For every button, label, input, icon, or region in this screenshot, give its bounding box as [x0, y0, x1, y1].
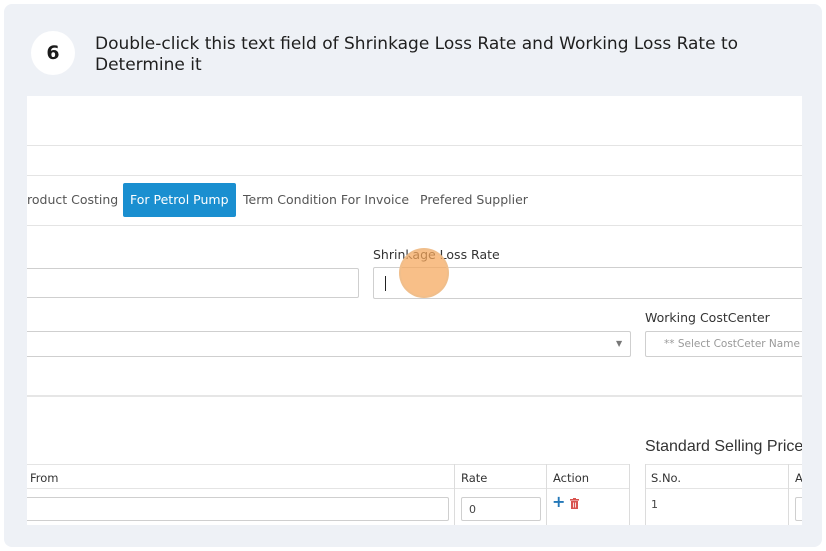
chevron-down-icon: ▼ [616, 339, 623, 348]
app-screenshot: roduct Costing For Petrol Pump Term Cond… [27, 96, 802, 525]
right-cell-input[interactable] [795, 497, 802, 521]
table-header-border [645, 488, 802, 489]
tab-product-costing[interactable]: roduct Costing [27, 184, 118, 216]
text-caret [385, 276, 386, 291]
from-input[interactable] [27, 497, 449, 521]
column-divider [788, 464, 789, 525]
tab-for-petrol-pump[interactable]: For Petrol Pump [123, 183, 236, 217]
table-header-border [27, 488, 630, 489]
delete-row-icon[interactable] [570, 498, 579, 509]
click-indicator [399, 248, 449, 298]
column-divider [454, 464, 455, 525]
tab-prefered-supplier[interactable]: Prefered Supplier [420, 184, 528, 216]
left-text-field[interactable] [27, 268, 359, 298]
working-costcenter-select[interactable]: ** Select CostCeter Name [645, 331, 802, 357]
panel-separator [27, 395, 802, 397]
rate-value: 0 [469, 503, 476, 516]
column-divider [645, 464, 646, 525]
working-costcenter-placeholder: ** Select CostCeter Name [664, 338, 800, 350]
column-header-a: A [795, 471, 802, 485]
step-number-badge: 6 [31, 31, 75, 75]
column-header-sno: S.No. [651, 471, 682, 485]
left-select[interactable]: ▼ [27, 331, 631, 357]
table-top-border [645, 464, 802, 465]
working-costcenter-label: Working CostCenter [645, 310, 770, 325]
rate-input[interactable]: 0 [461, 497, 541, 521]
divider [27, 225, 802, 226]
column-divider [629, 464, 630, 525]
divider [27, 145, 802, 146]
sno-value: 1 [651, 498, 658, 511]
step-instruction: Double-click this text field of Shrinkag… [95, 34, 739, 75]
column-header-rate: Rate [461, 471, 488, 485]
divider [27, 175, 802, 176]
column-divider [546, 464, 547, 525]
tab-term-condition-for-invoice[interactable]: Term Condition For Invoice [243, 184, 409, 216]
standard-selling-price-title: Standard Selling Price [645, 438, 802, 455]
column-header-from: From [30, 471, 59, 485]
add-row-icon[interactable]: + [552, 492, 565, 511]
table-top-border [27, 464, 630, 465]
column-header-action: Action [553, 471, 590, 485]
